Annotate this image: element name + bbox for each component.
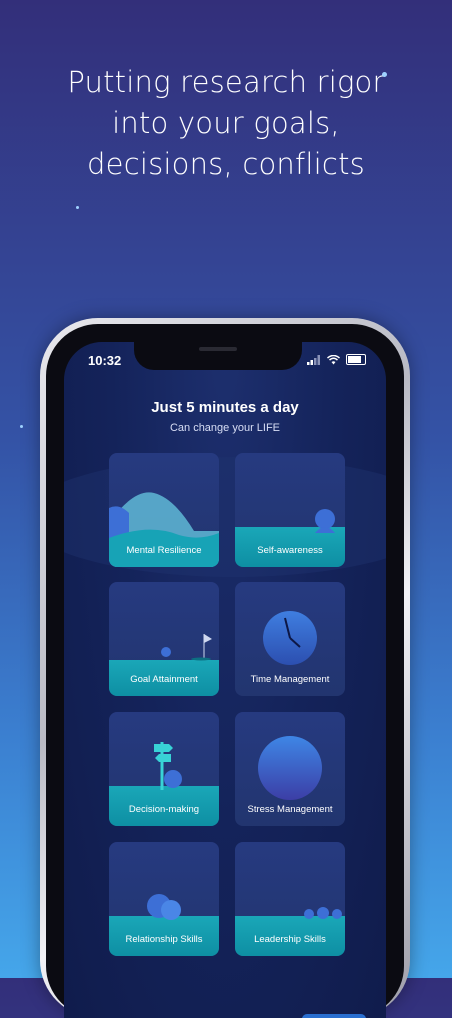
status-icons	[307, 354, 366, 365]
bottom-button[interactable]	[302, 1014, 366, 1018]
card-label: Mental Resilience	[126, 545, 202, 556]
app-screen: 10:32 Just 5 minutes a day Can change yo…	[64, 342, 386, 1018]
card-self-awareness[interactable]: Self-awareness	[235, 453, 345, 567]
card-relationship-skills[interactable]: Relationship Skills	[109, 842, 219, 956]
card-label: Relationship Skills	[125, 934, 203, 945]
card-goal-attainment[interactable]: Goal Attainment	[109, 582, 219, 696]
headline-line-3: decisions, conflicts	[87, 147, 365, 181]
card-mental-resilience[interactable]: Mental Resilience	[109, 453, 219, 567]
headline-line-1: Putting research rigor	[67, 65, 385, 99]
decorative-dot	[76, 206, 79, 209]
card-time-management[interactable]: Time Management	[235, 582, 345, 696]
headline-line-2: into your goals,	[112, 106, 340, 140]
screen-title: Just 5 minutes a day	[151, 399, 299, 416]
card-label: Stress Management	[247, 804, 333, 815]
wifi-icon	[327, 354, 340, 364]
screen-subtitle: Can change your LIFE	[169, 422, 281, 434]
speaker	[199, 347, 237, 351]
phone-notch	[134, 342, 302, 370]
card-leadership-skills[interactable]: Leadership Skills	[235, 842, 345, 956]
phone-frame: 10:32 Just 5 minutes a day Can change yo…	[40, 318, 410, 1018]
decorative-dot	[382, 72, 387, 77]
battery-icon	[346, 354, 366, 365]
card-stress-management[interactable]: Stress Management	[235, 712, 345, 826]
decorative-dot	[20, 425, 23, 428]
card-label: Time Management	[250, 674, 330, 685]
card-label: Decision-making	[128, 804, 200, 815]
signal-icon	[307, 354, 320, 365]
card-label: Leadership Skills	[254, 934, 326, 945]
status-time: 10:32	[88, 353, 122, 368]
headline: Putting research rigor into your goals, …	[0, 62, 452, 185]
phone-bezel: 10:32 Just 5 minutes a day Can change yo…	[46, 324, 404, 1018]
card-decision-making[interactable]: Decision-making	[109, 712, 219, 826]
card-label: Goal Attainment	[130, 674, 198, 685]
card-label: Self-awareness	[257, 545, 323, 556]
